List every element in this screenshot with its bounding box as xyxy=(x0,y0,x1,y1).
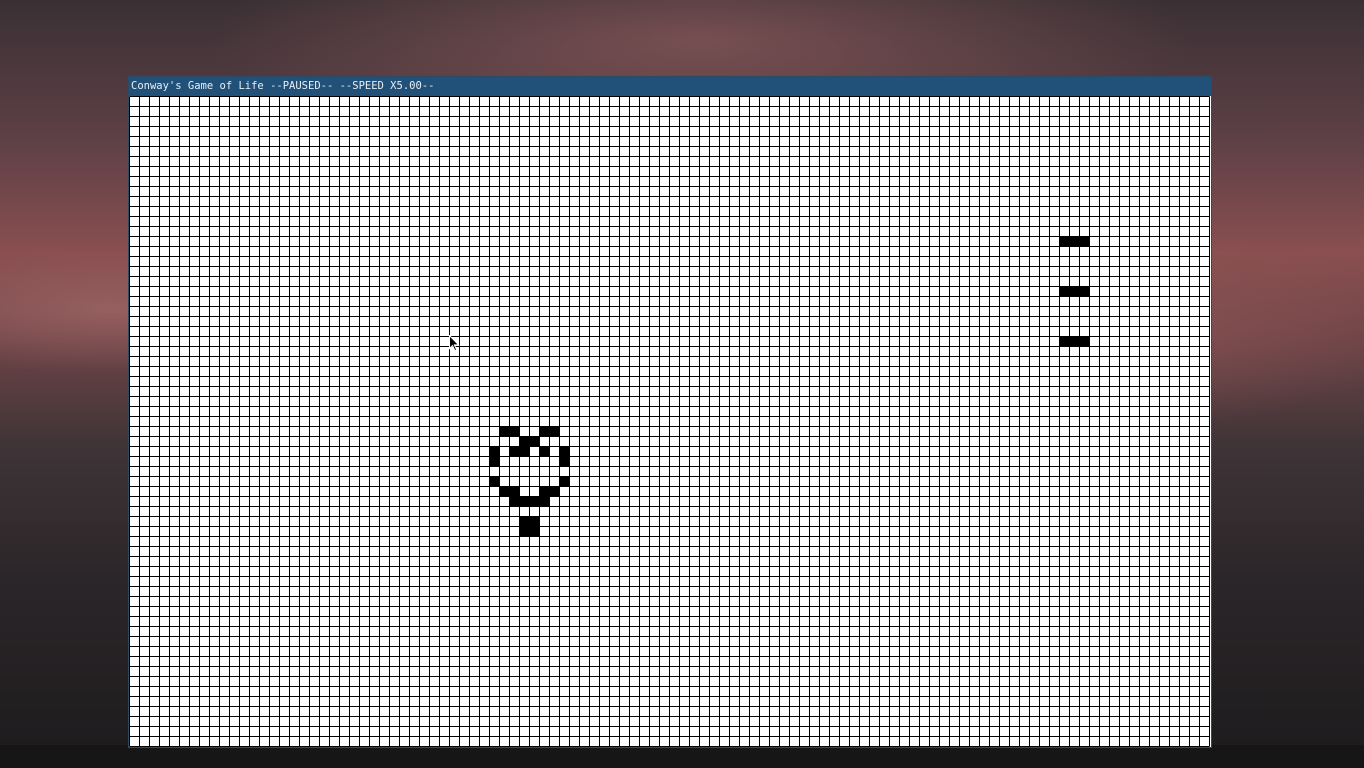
live-cell[interactable] xyxy=(489,456,500,467)
live-cell[interactable] xyxy=(1059,336,1070,347)
live-cell[interactable] xyxy=(539,426,550,437)
live-cell[interactable] xyxy=(519,446,530,457)
live-cell[interactable] xyxy=(499,486,510,497)
live-cell[interactable] xyxy=(549,426,560,437)
live-cell[interactable] xyxy=(529,526,540,537)
live-cell[interactable] xyxy=(499,426,510,437)
live-cell[interactable] xyxy=(529,496,540,507)
live-cell[interactable] xyxy=(1059,286,1070,297)
live-cell[interactable] xyxy=(539,496,550,507)
live-cell[interactable] xyxy=(519,436,530,447)
live-cell[interactable] xyxy=(1079,236,1090,247)
window-title-bar[interactable]: Conway's Game of Life --PAUSED-- --SPEED… xyxy=(129,77,1211,96)
live-cell[interactable] xyxy=(539,446,550,457)
life-grid[interactable] xyxy=(129,96,1211,747)
live-cell[interactable] xyxy=(529,516,540,527)
live-cell[interactable] xyxy=(1069,286,1080,297)
live-cell[interactable] xyxy=(529,436,540,447)
live-cell[interactable] xyxy=(519,496,530,507)
live-cell[interactable] xyxy=(549,486,560,497)
game-of-life-window[interactable]: Conway's Game of Life --PAUSED-- --SPEED… xyxy=(129,77,1211,747)
live-cell[interactable] xyxy=(519,526,530,537)
live-cell[interactable] xyxy=(489,476,500,487)
live-cell[interactable] xyxy=(559,446,570,457)
live-cell[interactable] xyxy=(1069,236,1080,247)
live-cell[interactable] xyxy=(489,446,500,457)
live-cell[interactable] xyxy=(509,496,520,507)
live-cell[interactable] xyxy=(509,446,520,457)
mouse-pointer-icon xyxy=(449,335,460,352)
live-cell[interactable] xyxy=(1069,336,1080,347)
live-cell[interactable] xyxy=(519,516,530,527)
live-cell[interactable] xyxy=(1079,286,1090,297)
live-cell[interactable] xyxy=(509,486,520,497)
taskbar xyxy=(0,745,1364,768)
window-title: Conway's Game of Life --PAUSED-- --SPEED… xyxy=(131,80,435,92)
live-cell[interactable] xyxy=(559,476,570,487)
live-cell[interactable] xyxy=(539,486,550,497)
live-cell[interactable] xyxy=(509,426,520,437)
live-cell[interactable] xyxy=(1079,336,1090,347)
live-cell[interactable] xyxy=(1059,236,1070,247)
live-cell[interactable] xyxy=(559,456,570,467)
